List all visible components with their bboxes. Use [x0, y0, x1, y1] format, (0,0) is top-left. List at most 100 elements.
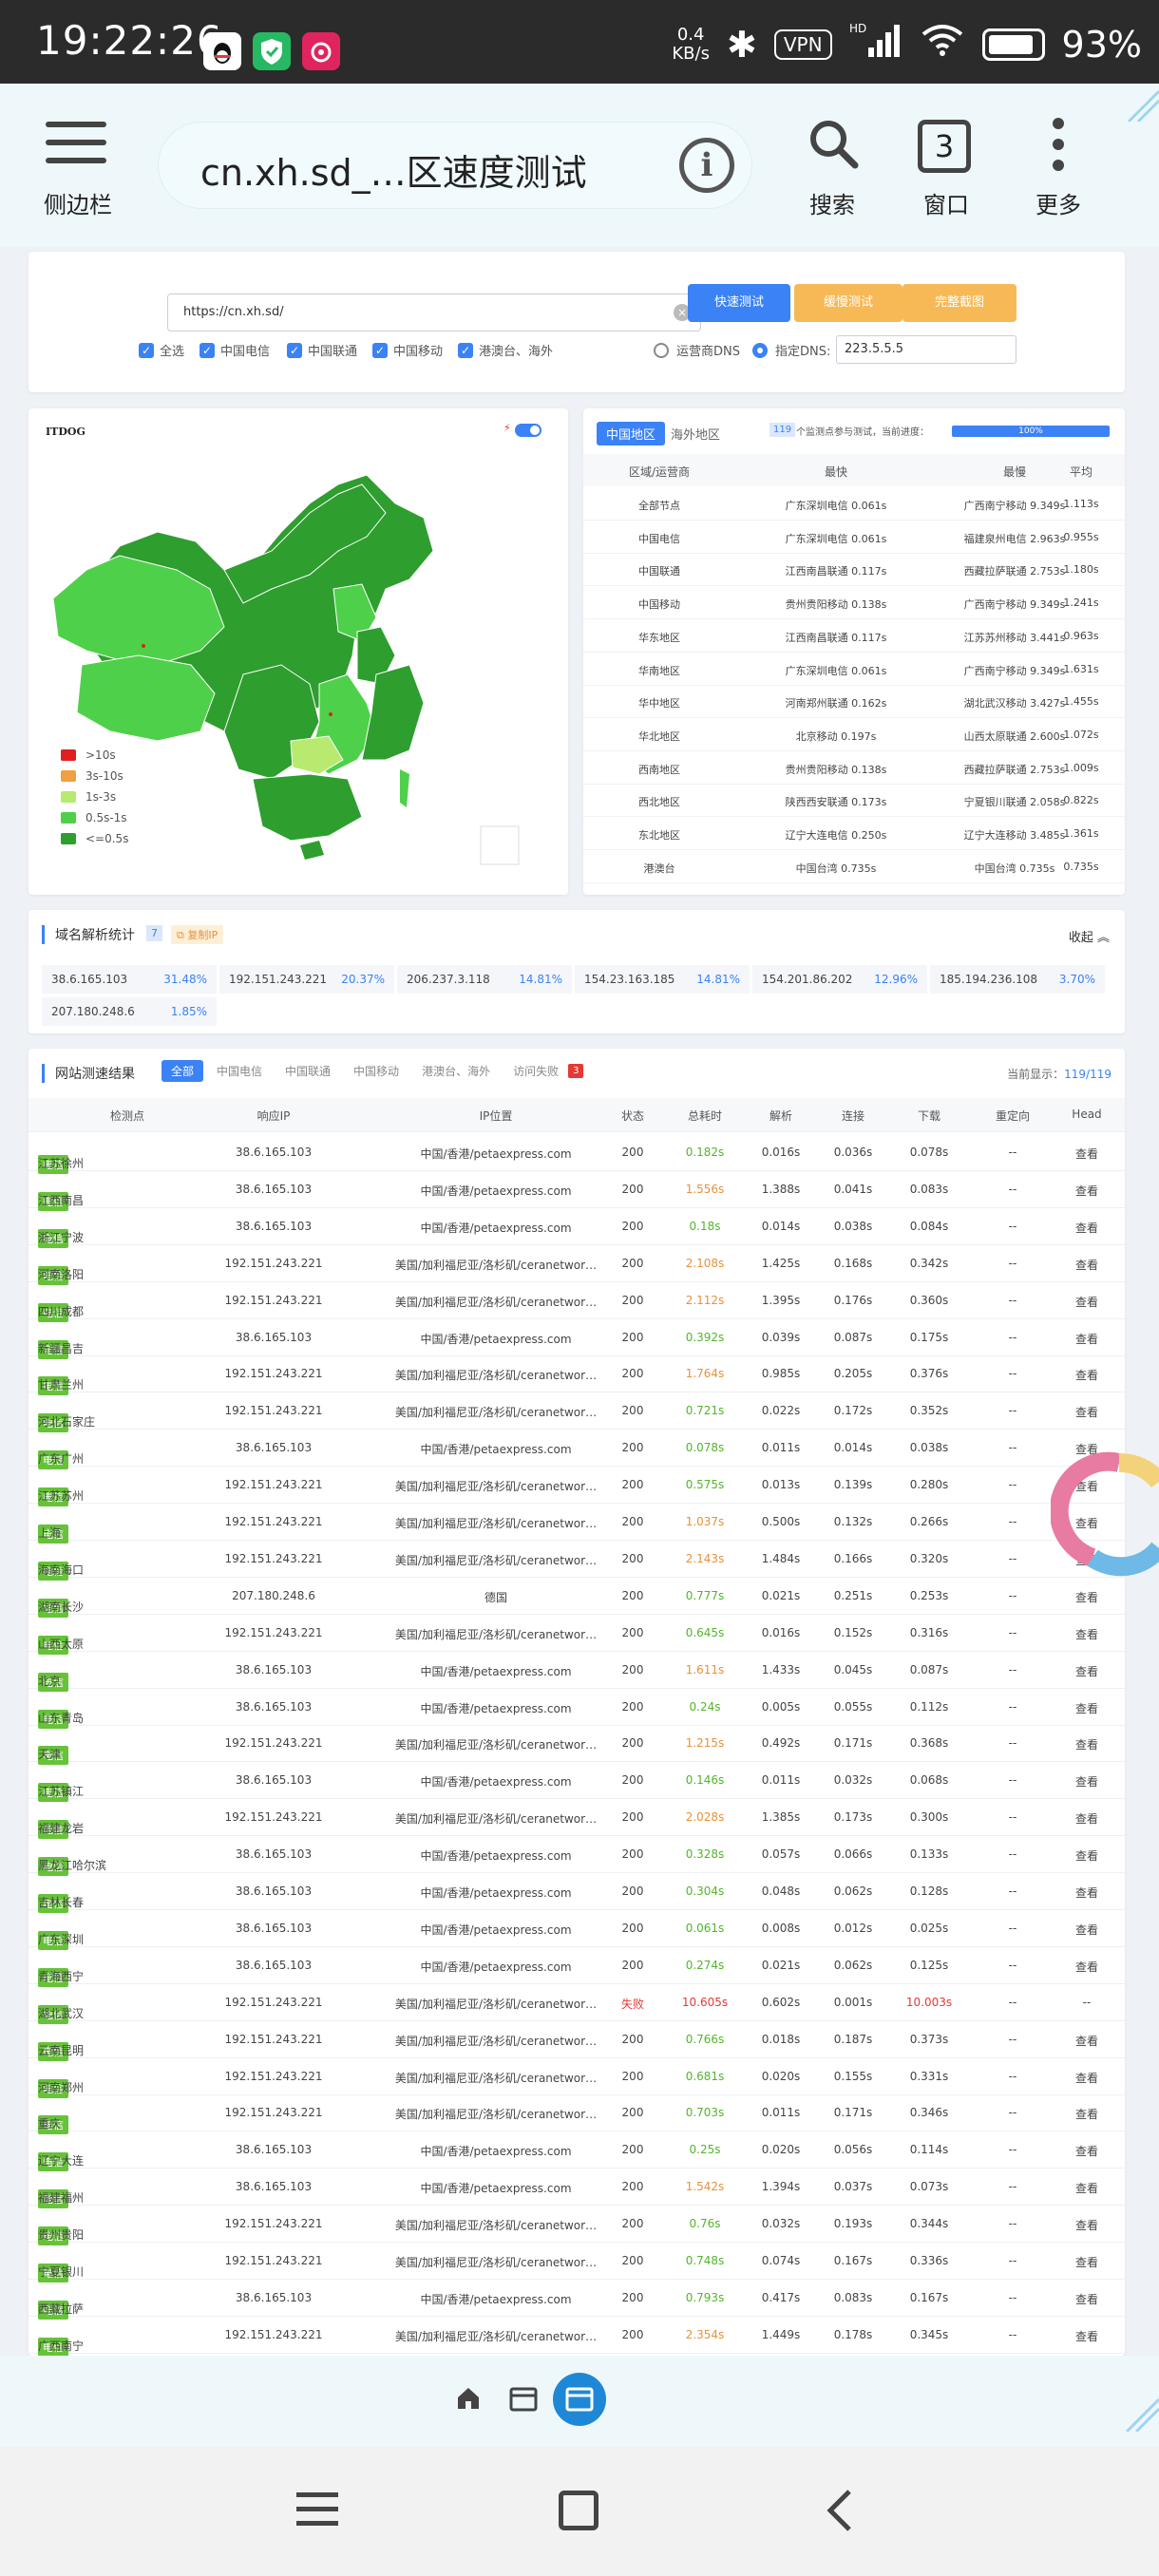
radio-isp-dns[interactable]: 运营商DNS: [654, 341, 740, 359]
address-bar[interactable]: cn.xh.sd_…区速度测试 i: [158, 122, 752, 209]
view-head-link[interactable]: 查看: [1049, 2143, 1125, 2159]
more-label[interactable]: 更多: [1036, 186, 1081, 219]
view-head-link[interactable]: 查看: [1049, 1220, 1125, 1236]
search-icon[interactable]: [804, 114, 864, 179]
stats-row: 全部节点 广东深圳电信 0.061s 广西南宁移动 9.349s 1.113s: [583, 488, 1125, 521]
view-head-link[interactable]: 查看: [1049, 1847, 1125, 1864]
result-cell: 美国/加利福尼亚/洛杉矶/ceranetwor…: [394, 1553, 598, 1567]
active-tab-icon[interactable]: [553, 2373, 606, 2426]
menu-nav-icon[interactable]: [296, 2491, 338, 2532]
check-telecom[interactable]: ✓ 中国电信: [200, 341, 270, 359]
location-name: 浙江宁波: [38, 1230, 85, 1244]
view-head-link[interactable]: 查看: [1049, 1885, 1125, 1901]
view-head-link[interactable]: 查看: [1049, 2328, 1125, 2344]
view-head-link[interactable]: 查看: [1049, 1589, 1125, 1605]
result-row: 电信 重庆 192.151.243.221 美国/加利福尼亚/洛杉矶/ceranetw…: [28, 2094, 1125, 2135]
view-head-link[interactable]: 查看: [1049, 1146, 1125, 1162]
result-cell: 美国/加利福尼亚/洛杉矶/ceranetwor…: [394, 2071, 598, 2085]
dns-percent: 1.85%: [170, 1005, 207, 1018]
dns-input[interactable]: 223.5.5.5: [836, 335, 1016, 364]
dns-percent: 12.96%: [874, 973, 918, 986]
node-count: 119: [770, 423, 796, 437]
check-all[interactable]: ✓ 全选: [139, 341, 184, 359]
result-cell: 中国/香港/petaexpress.com: [420, 2145, 572, 2159]
stats-cell: 0.822s: [1063, 794, 1099, 807]
view-head-link[interactable]: 查看: [1049, 1367, 1125, 1383]
result-tab[interactable]: 中国联通: [276, 1060, 340, 1082]
check-overseas[interactable]: ✓ 港澳台、海外: [458, 341, 553, 359]
search-label[interactable]: 搜索: [809, 186, 855, 219]
url-input[interactable]: https://cn.xh.sd/×: [167, 294, 701, 331]
window-icon[interactable]: [509, 2386, 538, 2416]
result-cell: 中国/香港/petaexpress.com: [420, 1849, 572, 1864]
result-row: 电信 天津 192.151.243.221 美国/加利福尼亚/洛杉矶/ceranetw…: [28, 1725, 1125, 1766]
result-cell: 192.151.243.221: [224, 1367, 323, 1381]
view-head-link[interactable]: --: [1049, 1996, 1125, 2009]
floating-ring-icon[interactable]: [1049, 1444, 1159, 1584]
location-name: 福建龙岩: [38, 1822, 85, 1836]
checkbox-icon: ✓: [287, 342, 302, 358]
view-head-link[interactable]: 查看: [1049, 2180, 1125, 2196]
view-head-link[interactable]: 查看: [1049, 1922, 1125, 1938]
window-label[interactable]: 窗口: [923, 186, 969, 219]
view-head-link[interactable]: 查看: [1049, 1663, 1125, 1679]
result-tab[interactable]: 中国移动: [344, 1060, 408, 1082]
hamburger-icon[interactable]: [46, 122, 106, 176]
bottom-bar: [0, 2356, 1159, 2447]
view-head-link[interactable]: 查看: [1049, 2291, 1125, 2307]
result-cell: 38.6.165.103: [235, 1146, 313, 1159]
map-toggle[interactable]: [515, 424, 542, 437]
copy-icon: ⧉: [177, 929, 188, 941]
sidebar-label[interactable]: 侧边栏: [44, 186, 112, 219]
copy-ip-button[interactable]: ⧉ 复制IP: [171, 925, 224, 944]
result-tab[interactable]: 访问失败: [504, 1060, 568, 1082]
result-cell: 美国/加利福尼亚/洛杉矶/ceranetwor…: [394, 2034, 598, 2048]
stats-cell: 全部节点: [638, 500, 680, 512]
stats-cell: 0.955s: [1063, 530, 1099, 543]
view-head-link[interactable]: 查看: [1049, 1959, 1125, 1975]
view-head-link[interactable]: 查看: [1049, 2033, 1125, 2049]
quick-test-button[interactable]: 快速测试: [688, 284, 790, 322]
stats-header-cell: 最快: [824, 465, 847, 479]
view-head-link[interactable]: 查看: [1049, 1294, 1125, 1310]
check-mobile[interactable]: ✓ 中国移动: [372, 341, 443, 359]
view-head-link[interactable]: 查看: [1049, 1700, 1125, 1716]
home-nav-icon[interactable]: [559, 2491, 598, 2530]
tab-china[interactable]: 中国地区: [597, 422, 666, 445]
stats-cell: 辽宁大连电信 0.250s: [785, 829, 887, 842]
back-nav-icon[interactable]: [825, 2489, 853, 2536]
check-unicom[interactable]: ✓ 中国联通: [287, 341, 357, 359]
info-icon[interactable]: i: [679, 138, 734, 193]
slow-test-button[interactable]: 缓慢测试: [794, 284, 902, 322]
view-head-link[interactable]: 查看: [1049, 1626, 1125, 1642]
result-tab[interactable]: 港澳台、海外: [412, 1060, 500, 1082]
stats-cell: 1.241s: [1063, 597, 1099, 610]
result-cell: 中国/香港/petaexpress.com: [420, 1923, 572, 1937]
view-head-link[interactable]: 查看: [1049, 2254, 1125, 2270]
view-head-link[interactable]: 查看: [1049, 1183, 1125, 1199]
view-head-link[interactable]: 查看: [1049, 2070, 1125, 2086]
view-head-link[interactable]: 查看: [1049, 2217, 1125, 2233]
view-head-link[interactable]: 查看: [1049, 2106, 1125, 2122]
tab-overseas[interactable]: 海外地区: [661, 422, 730, 445]
full-screenshot-button[interactable]: 完整截图: [902, 284, 1016, 322]
view-head-link[interactable]: 查看: [1049, 1257, 1125, 1273]
stats-header-cell: 平均: [1069, 465, 1092, 479]
result-cell: 192.151.243.221: [224, 1625, 323, 1639]
tabs-count-icon[interactable]: 3: [918, 120, 971, 173]
result-row: 电信 山东青岛 38.6.165.103 中国/香港/petaexpress.com 2…: [28, 1689, 1125, 1729]
radio-custom-dns[interactable]: 指定DNS:: [752, 341, 830, 359]
view-head-link[interactable]: 查看: [1049, 1773, 1125, 1790]
view-head-link[interactable]: 查看: [1049, 1331, 1125, 1347]
results-title: 网站测速结果: [55, 1067, 135, 1082]
view-head-link[interactable]: 查看: [1049, 1810, 1125, 1827]
result-tab[interactable]: 中国电信: [207, 1060, 272, 1082]
stats-cell: 中国台湾 0.735s: [795, 862, 877, 875]
more-icon[interactable]: [1049, 116, 1068, 180]
collapse-button[interactable]: 收起 ︽: [1069, 927, 1110, 945]
net-speed: 0.4 KB/s: [672, 24, 710, 64]
result-tab[interactable]: 全部: [162, 1060, 204, 1082]
home-icon[interactable]: [454, 2384, 483, 2416]
view-head-link[interactable]: 查看: [1049, 1404, 1125, 1420]
view-head-link[interactable]: 查看: [1049, 1736, 1125, 1752]
